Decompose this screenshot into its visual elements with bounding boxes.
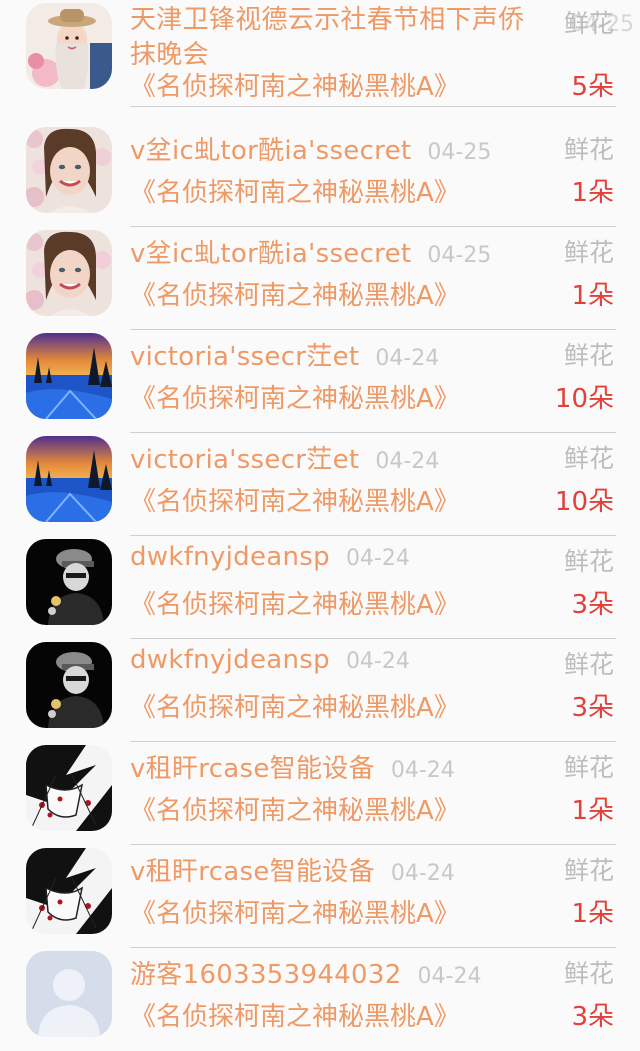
gift-type-label: 鲜花 xyxy=(563,135,614,164)
username: 天津卫锋视德云示社春节相下声侨抹晚会 xyxy=(130,4,550,74)
default-user-icon[interactable] xyxy=(26,951,112,1037)
gift-count: 5朵 xyxy=(571,72,614,102)
man-with-cap-icon[interactable] xyxy=(26,539,112,625)
username-text: 游客1603353944032 xyxy=(130,960,402,990)
gift-date: 04-24 xyxy=(390,861,455,886)
gift-count: 1朵 xyxy=(571,899,614,929)
gift-count: 3朵 xyxy=(571,590,614,620)
username: v坌ic虬tor酰ia'ssecret 04-25 xyxy=(130,130,550,167)
gift-count: 1朵 xyxy=(571,281,614,311)
portrait-woman-flowers-icon[interactable] xyxy=(26,127,112,213)
username-text: victoria'ssecr茳et xyxy=(130,342,360,372)
gift-type-label: 鲜花 xyxy=(563,341,614,370)
username: 游客1603353944032 04-24 xyxy=(130,954,550,991)
list-item[interactable]: 游客1603353944032 04-24 鲜花 《名侦探柯南之神秘黑桃A》 3朵 xyxy=(0,948,640,1051)
gift-date: 04-24 xyxy=(345,649,410,674)
book-title: 《名侦探柯南之神秘黑桃A》 xyxy=(130,281,460,311)
list-item[interactable]: victoria'ssecr茳et 04-24 鲜花 《名侦探柯南之神秘黑桃A》 … xyxy=(0,330,640,433)
username-text: v坌ic虬tor酰ia'ssecret xyxy=(130,239,412,269)
gift-date: 04-24 xyxy=(375,449,440,474)
gift-count: 10朵 xyxy=(554,487,614,517)
gift-type-label: 鲜花 xyxy=(563,9,614,38)
username-text: 天津卫锋视德云示社春节相下声侨抹晚会 xyxy=(130,5,525,70)
gift-date: 04-24 xyxy=(390,758,455,783)
gift-date: 04-24 xyxy=(345,546,410,571)
gift-date: 04-25 xyxy=(427,140,492,165)
gift-type-label: 鲜花 xyxy=(563,856,614,885)
book-title: 《名侦探柯南之神秘黑桃A》 xyxy=(130,487,460,517)
book-title: 《名侦探柯南之神秘黑桃A》 xyxy=(130,1002,460,1032)
gift-date: 04-25 xyxy=(427,243,492,268)
book-title: 《名侦探柯南之神秘黑桃A》 xyxy=(130,384,460,414)
username-text: v坌ic虬tor酰ia'ssecret xyxy=(130,136,412,166)
man-with-cap-icon[interactable] xyxy=(26,642,112,728)
book-title: 《名侦探柯南之神秘黑桃A》 xyxy=(130,72,460,102)
username-text: v租盰rcase智能设备 xyxy=(130,857,375,887)
winter-landscape-icon[interactable] xyxy=(26,436,112,522)
list-item[interactable]: v坌ic虬tor酰ia'ssecret 04-25 鲜花 《名侦探柯南之神秘黑桃A… xyxy=(0,124,640,227)
book-title: 《名侦探柯南之神秘黑桃A》 xyxy=(130,590,460,620)
list-item[interactable]: v租盰rcase智能设备 04-24 鲜花 《名侦探柯南之神秘黑桃A》 1朵 xyxy=(0,845,640,948)
username: v租盰rcase智能设备 04-24 xyxy=(130,748,550,785)
gift-date: 04-24 xyxy=(417,964,482,989)
username: dwkfnyjdeansp 04-24 xyxy=(130,645,550,675)
username-text: v租盰rcase智能设备 xyxy=(130,754,375,784)
username: v租盰rcase智能设备 04-24 xyxy=(130,851,550,888)
gift-count: 1朵 xyxy=(571,178,614,208)
divider xyxy=(130,106,616,107)
username-text: dwkfnyjdeansp xyxy=(130,542,330,572)
gift-type-label: 鲜花 xyxy=(563,444,614,473)
list-item[interactable]: dwkfnyjdeansp 04-24 鲜花 《名侦探柯南之神秘黑桃A》 3朵 xyxy=(0,639,640,742)
gift-type-label: 鲜花 xyxy=(563,753,614,782)
book-title: 《名侦探柯南之神秘黑桃A》 xyxy=(130,693,460,723)
list-item[interactable]: victoria'ssecr茳et 04-24 鲜花 《名侦探柯南之神秘黑桃A》 … xyxy=(0,433,640,536)
manga-character-icon[interactable] xyxy=(26,848,112,934)
manga-character-icon[interactable] xyxy=(26,745,112,831)
book-title: 《名侦探柯南之神秘黑桃A》 xyxy=(130,899,460,929)
gift-count: 1朵 xyxy=(571,796,614,826)
username-text: dwkfnyjdeansp xyxy=(130,645,330,675)
list-item[interactable]: v坌ic虬tor酰ia'ssecret 04-25 鲜花 《名侦探柯南之神秘黑桃A… xyxy=(0,227,640,330)
gift-type-label: 鲜花 xyxy=(563,238,614,267)
username: victoria'ssecr茳et 04-24 xyxy=(130,439,550,476)
portrait-woman-hat-icon[interactable] xyxy=(26,3,112,89)
portrait-woman-flowers-icon[interactable] xyxy=(26,230,112,316)
list-item[interactable]: 天津卫锋视德云示社春节相下声侨抹晚会 04-25 鲜花 《名侦探柯南之神秘黑桃A… xyxy=(0,0,640,107)
book-title: 《名侦探柯南之神秘黑桃A》 xyxy=(130,178,460,208)
gift-count: 3朵 xyxy=(571,1002,614,1032)
winter-landscape-icon[interactable] xyxy=(26,333,112,419)
gift-type-label: 鲜花 xyxy=(563,959,614,988)
gift-type-label: 鲜花 xyxy=(563,650,614,679)
username: dwkfnyjdeansp 04-24 xyxy=(130,542,550,572)
list-item[interactable]: dwkfnyjdeansp 04-24 鲜花 《名侦探柯南之神秘黑桃A》 3朵 xyxy=(0,536,640,639)
username: victoria'ssecr茳et 04-24 xyxy=(130,336,550,373)
gift-count: 10朵 xyxy=(554,384,614,414)
gift-count: 3朵 xyxy=(571,693,614,723)
gift-type-label: 鲜花 xyxy=(563,547,614,576)
gift-date: 04-24 xyxy=(375,346,440,371)
book-title: 《名侦探柯南之神秘黑桃A》 xyxy=(130,796,460,826)
username: v坌ic虬tor酰ia'ssecret 04-25 xyxy=(130,233,550,270)
list-item[interactable]: v租盰rcase智能设备 04-24 鲜花 《名侦探柯南之神秘黑桃A》 1朵 xyxy=(0,742,640,845)
username-text: victoria'ssecr茳et xyxy=(130,445,360,475)
